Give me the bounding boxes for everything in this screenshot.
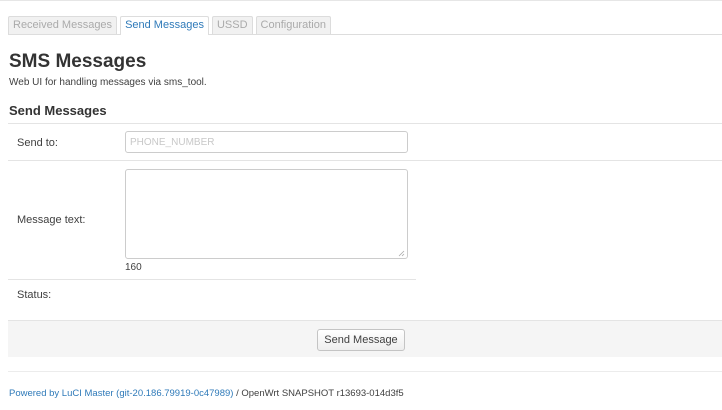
- tab-bar: Received Messages Send Messages USSD Con…: [8, 16, 334, 35]
- message-textarea[interactable]: [125, 169, 408, 259]
- tab-bar-divider: [8, 34, 722, 35]
- section-title: Send Messages: [9, 103, 107, 118]
- openwrt-version: OpenWrt SNAPSHOT r13693-014d3f5: [241, 388, 404, 399]
- tab-received-messages[interactable]: Received Messages: [8, 16, 118, 34]
- char-counter: 160: [125, 262, 142, 273]
- section-divider: [8, 123, 722, 124]
- footer-divider: [8, 371, 722, 372]
- resize-grip-icon[interactable]: [398, 250, 405, 257]
- phone-number-input[interactable]: [125, 131, 408, 153]
- top-border: [0, 0, 722, 1]
- tab-send-messages[interactable]: Send Messages: [120, 16, 209, 35]
- row-divider: [8, 279, 416, 280]
- page-description: Web UI for handling messages via sms_too…: [9, 77, 207, 88]
- send-message-button[interactable]: Send Message: [317, 329, 405, 351]
- footer: Powered by LuCI Master (git-20.186.79919…: [9, 388, 404, 400]
- message-text-label: Message text:: [17, 214, 86, 226]
- row-divider: [8, 160, 722, 161]
- status-label: Status:: [17, 289, 52, 301]
- tab-configuration[interactable]: Configuration: [255, 16, 331, 34]
- send-to-label: Send to:: [17, 137, 58, 149]
- page-title: SMS Messages: [9, 51, 147, 72]
- tab-ussd[interactable]: USSD: [211, 16, 253, 34]
- luci-version-link[interactable]: Powered by LuCI Master (git-20.186.79919…: [9, 388, 233, 399]
